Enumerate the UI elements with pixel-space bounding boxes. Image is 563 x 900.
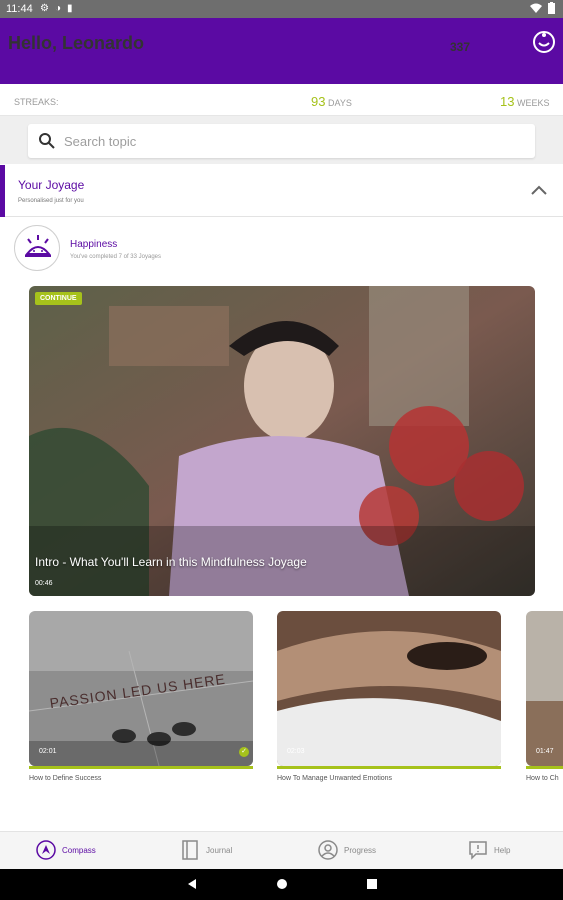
compass-icon xyxy=(36,840,56,860)
chevron-up-icon[interactable] xyxy=(530,184,548,196)
weeks-count: 13 xyxy=(500,94,515,109)
help-icon xyxy=(469,841,487,860)
days-count: 93 xyxy=(311,94,326,109)
settings-status-icon: ⚙ xyxy=(40,3,49,14)
card-title: How to Define Success xyxy=(29,775,102,782)
search-icon xyxy=(39,133,55,149)
card-duration: 01:47 xyxy=(536,748,554,755)
profile-icon xyxy=(318,840,338,860)
greeting-title: Hello, Leonardo xyxy=(8,33,145,53)
joyage-logo-icon[interactable] xyxy=(532,30,556,54)
nav-progress-label: Progress xyxy=(344,845,377,855)
points-count: 337 xyxy=(450,40,471,54)
section-accent xyxy=(0,165,5,217)
wifi-icon xyxy=(530,3,542,13)
hero-image xyxy=(29,286,535,596)
recents-icon[interactable] xyxy=(366,878,378,890)
notification-icons: ⚙ ◑ ▮ xyxy=(40,3,73,14)
hero-title: Intro - What You'll Learn in this Mindfu… xyxy=(35,555,307,569)
system-icons xyxy=(530,2,555,14)
app-status-icon: ◑ xyxy=(54,3,62,14)
back-icon[interactable] xyxy=(186,878,198,890)
card-thumbnail xyxy=(277,611,501,766)
battery-icon xyxy=(548,2,555,14)
weeks-unit: WEEKS xyxy=(516,98,550,108)
sdcard-status-icon: ▮ xyxy=(67,3,73,14)
days-unit: DAYS xyxy=(327,98,352,108)
completed-check-icon: ✓ xyxy=(239,747,249,757)
sunrise-icon xyxy=(24,235,52,257)
video-card[interactable]: 01:47 How to Ch xyxy=(526,611,563,782)
video-card-row[interactable]: PASSION LED US HERE 02:01 ✓ How to Defin… xyxy=(29,611,563,791)
nav-help-label: Help xyxy=(494,845,511,855)
card-duration: 02:01 xyxy=(39,748,57,755)
joyage-title: Your Joyage xyxy=(18,178,85,192)
nav-journal-label: Journal xyxy=(206,845,233,855)
status-bar: 11:44 ⚙ ◑ ▮ xyxy=(0,0,563,18)
nav-help[interactable]: Help xyxy=(468,840,510,860)
card-duration: 02:03 xyxy=(287,748,305,755)
streak-weeks: 13 WEEKS xyxy=(500,94,550,109)
card-progress-bar xyxy=(29,766,253,769)
joyage-section-header[interactable]: Your Joyage Personalised just for you xyxy=(0,165,563,217)
home-icon[interactable] xyxy=(276,878,288,890)
card-progress-bar xyxy=(277,766,501,769)
card-progress-bar xyxy=(526,766,563,769)
search-area: Search topic xyxy=(0,116,563,164)
streak-days: 93 DAYS xyxy=(311,94,352,109)
streaks-bar: STREAKS: 93 DAYS 13 WEEKS xyxy=(0,84,563,116)
bottom-navigation: Compass Journal Progress Help xyxy=(0,831,563,869)
joyage-subtitle: Personalised just for you xyxy=(18,198,84,204)
continue-badge: CONTINUE xyxy=(35,292,82,305)
card-thumbnail xyxy=(526,611,563,766)
hero-duration: 00:46 xyxy=(35,580,53,587)
nav-compass[interactable]: Compass xyxy=(36,840,96,860)
system-navigation-bar xyxy=(0,869,563,900)
happiness-avatar xyxy=(14,225,60,271)
card-title: How To Manage Unwanted Emotions xyxy=(277,775,393,782)
search-placeholder: Search topic xyxy=(64,134,137,149)
video-card[interactable]: 02:03 How To Manage Unwanted Emotions xyxy=(277,611,501,782)
nav-journal[interactable]: Journal xyxy=(180,840,232,860)
topic-progress: You've completed 7 of 33 Joyages xyxy=(70,254,161,260)
clock: 11:44 xyxy=(6,3,33,15)
journal-icon xyxy=(182,840,198,860)
search-input[interactable]: Search topic xyxy=(28,124,535,158)
card-title: How to Ch xyxy=(526,775,559,782)
nav-progress[interactable]: Progress xyxy=(318,840,376,860)
topic-row[interactable]: Happiness You've completed 7 of 33 Joyag… xyxy=(0,218,563,280)
nav-compass-label: Compass xyxy=(62,845,96,855)
streaks-label: STREAKS: xyxy=(14,97,59,107)
video-card[interactable]: PASSION LED US HERE 02:01 ✓ How to Defin… xyxy=(29,611,253,782)
topic-name: Happiness xyxy=(70,239,118,250)
hero-video-card[interactable]: CONTINUE Intro - What You'll Learn in th… xyxy=(29,286,535,596)
